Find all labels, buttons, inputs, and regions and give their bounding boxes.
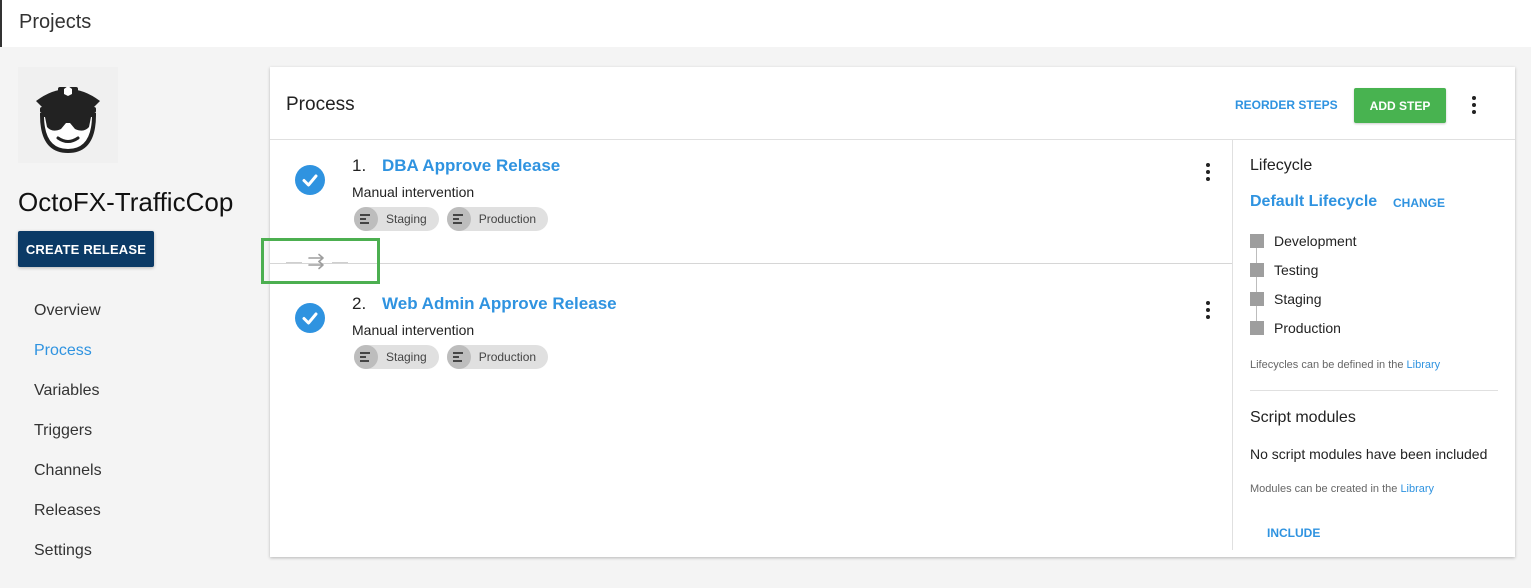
more-vertical-icon[interactable] bbox=[1467, 94, 1481, 116]
step-name-link[interactable]: Web Admin Approve Release bbox=[382, 294, 617, 314]
phase-marker bbox=[1250, 321, 1264, 335]
phase-marker bbox=[1250, 263, 1264, 277]
script-modules-note-text: Modules can be created in the bbox=[1250, 483, 1401, 495]
script-modules-note: Modules can be created in the Library bbox=[1250, 483, 1434, 495]
phase-label: Development bbox=[1274, 233, 1357, 249]
script-modules-heading: Script modules bbox=[1250, 409, 1356, 426]
project-nav: Overview Process Variables Triggers Chan… bbox=[34, 302, 102, 582]
process-title: Process bbox=[286, 94, 355, 115]
environment-chip[interactable]: Production bbox=[446, 207, 549, 231]
step-number: 1. bbox=[352, 156, 367, 175]
phase-connector bbox=[1256, 243, 1257, 329]
change-lifecycle-button[interactable]: CHANGE bbox=[1393, 196, 1445, 210]
lifecycle-name-link[interactable]: Default Lifecycle bbox=[1250, 193, 1377, 211]
lifecycle-phase: Production bbox=[1250, 320, 1341, 336]
phase-marker bbox=[1250, 292, 1264, 306]
project-name: OctoFX-TrafficCop bbox=[18, 187, 234, 217]
lifecycle-note: Lifecycles can be defined in the Library bbox=[1250, 359, 1440, 371]
traffic-cop-avatar-icon bbox=[36, 86, 100, 154]
reorder-steps-button[interactable]: REORDER STEPS bbox=[1235, 98, 1338, 112]
page-title: Projects bbox=[19, 11, 92, 33]
environment-icon bbox=[446, 207, 471, 231]
lifecycle-heading: Lifecycle bbox=[1250, 157, 1313, 174]
project-sidebar: OctoFX-TrafficCop CREATE RELEASE Overvie… bbox=[0, 47, 260, 588]
nav-item-triggers[interactable]: Triggers bbox=[34, 422, 102, 462]
environment-label: Staging bbox=[386, 212, 427, 226]
step-divider bbox=[270, 263, 1232, 264]
environment-icon bbox=[354, 207, 378, 231]
step-type: Manual intervention bbox=[352, 322, 475, 338]
step-type: Manual intervention bbox=[352, 184, 475, 200]
environment-icon bbox=[446, 345, 471, 369]
check-circle-icon bbox=[295, 165, 325, 195]
script-modules-empty: No script modules have been included bbox=[1250, 446, 1488, 462]
nav-item-process[interactable]: Process bbox=[34, 342, 102, 382]
environment-chip[interactable]: Staging bbox=[354, 207, 439, 231]
process-step: 2. Web Admin Approve Release Manual inte… bbox=[270, 278, 1232, 388]
lifecycle-note-text: Lifecycles can be defined in the bbox=[1250, 359, 1407, 371]
script-modules-library-link[interactable]: Library bbox=[1400, 483, 1434, 495]
environment-label: Staging bbox=[386, 350, 427, 364]
step-environments: Staging Production bbox=[354, 345, 549, 369]
process-card: Process REORDER STEPS ADD STEP 1. DBA Ap… bbox=[261, 67, 1515, 557]
more-vertical-icon[interactable] bbox=[1201, 161, 1215, 183]
lifecycle-phase: Testing bbox=[1250, 262, 1318, 278]
lifecycle-phase: Staging bbox=[1250, 291, 1321, 307]
environment-icon bbox=[354, 345, 378, 369]
check-circle-icon bbox=[295, 303, 325, 333]
nav-item-settings[interactable]: Settings bbox=[34, 542, 102, 582]
more-vertical-icon[interactable] bbox=[1201, 299, 1215, 321]
step-number: 2. bbox=[352, 294, 367, 313]
environment-label: Production bbox=[478, 350, 537, 364]
process-steps: 1. DBA Approve Release Manual interventi… bbox=[261, 140, 1232, 557]
lifecycle-library-link[interactable]: Library bbox=[1407, 359, 1441, 371]
project-avatar bbox=[18, 67, 118, 163]
step-name-link[interactable]: DBA Approve Release bbox=[382, 156, 560, 176]
nav-item-releases[interactable]: Releases bbox=[34, 502, 102, 542]
create-release-button[interactable]: CREATE RELEASE bbox=[18, 231, 154, 267]
top-bar: Projects bbox=[0, 0, 1531, 47]
step-environments: Staging Production bbox=[354, 207, 549, 231]
side-divider bbox=[1250, 390, 1498, 391]
lifecycle-phase: Development bbox=[1250, 233, 1357, 249]
environment-label: Production bbox=[478, 212, 537, 226]
process-side-panel: Lifecycle Default Lifecycle CHANGE Devel… bbox=[1232, 140, 1515, 550]
nav-item-variables[interactable]: Variables bbox=[34, 382, 102, 422]
process-step: 1. DBA Approve Release Manual interventi… bbox=[270, 140, 1232, 250]
phase-label: Testing bbox=[1274, 262, 1319, 278]
phase-label: Production bbox=[1274, 320, 1341, 336]
process-header: Process REORDER STEPS ADD STEP bbox=[270, 67, 1515, 140]
phase-marker bbox=[1250, 234, 1264, 248]
environment-chip[interactable]: Production bbox=[446, 345, 549, 369]
include-script-module-button[interactable]: INCLUDE bbox=[1267, 526, 1320, 540]
add-step-button[interactable]: ADD STEP bbox=[1354, 88, 1446, 123]
nav-item-channels[interactable]: Channels bbox=[34, 462, 102, 502]
environment-chip[interactable]: Staging bbox=[354, 345, 439, 369]
nav-item-overview[interactable]: Overview bbox=[34, 302, 102, 342]
phase-label: Staging bbox=[1274, 291, 1322, 307]
